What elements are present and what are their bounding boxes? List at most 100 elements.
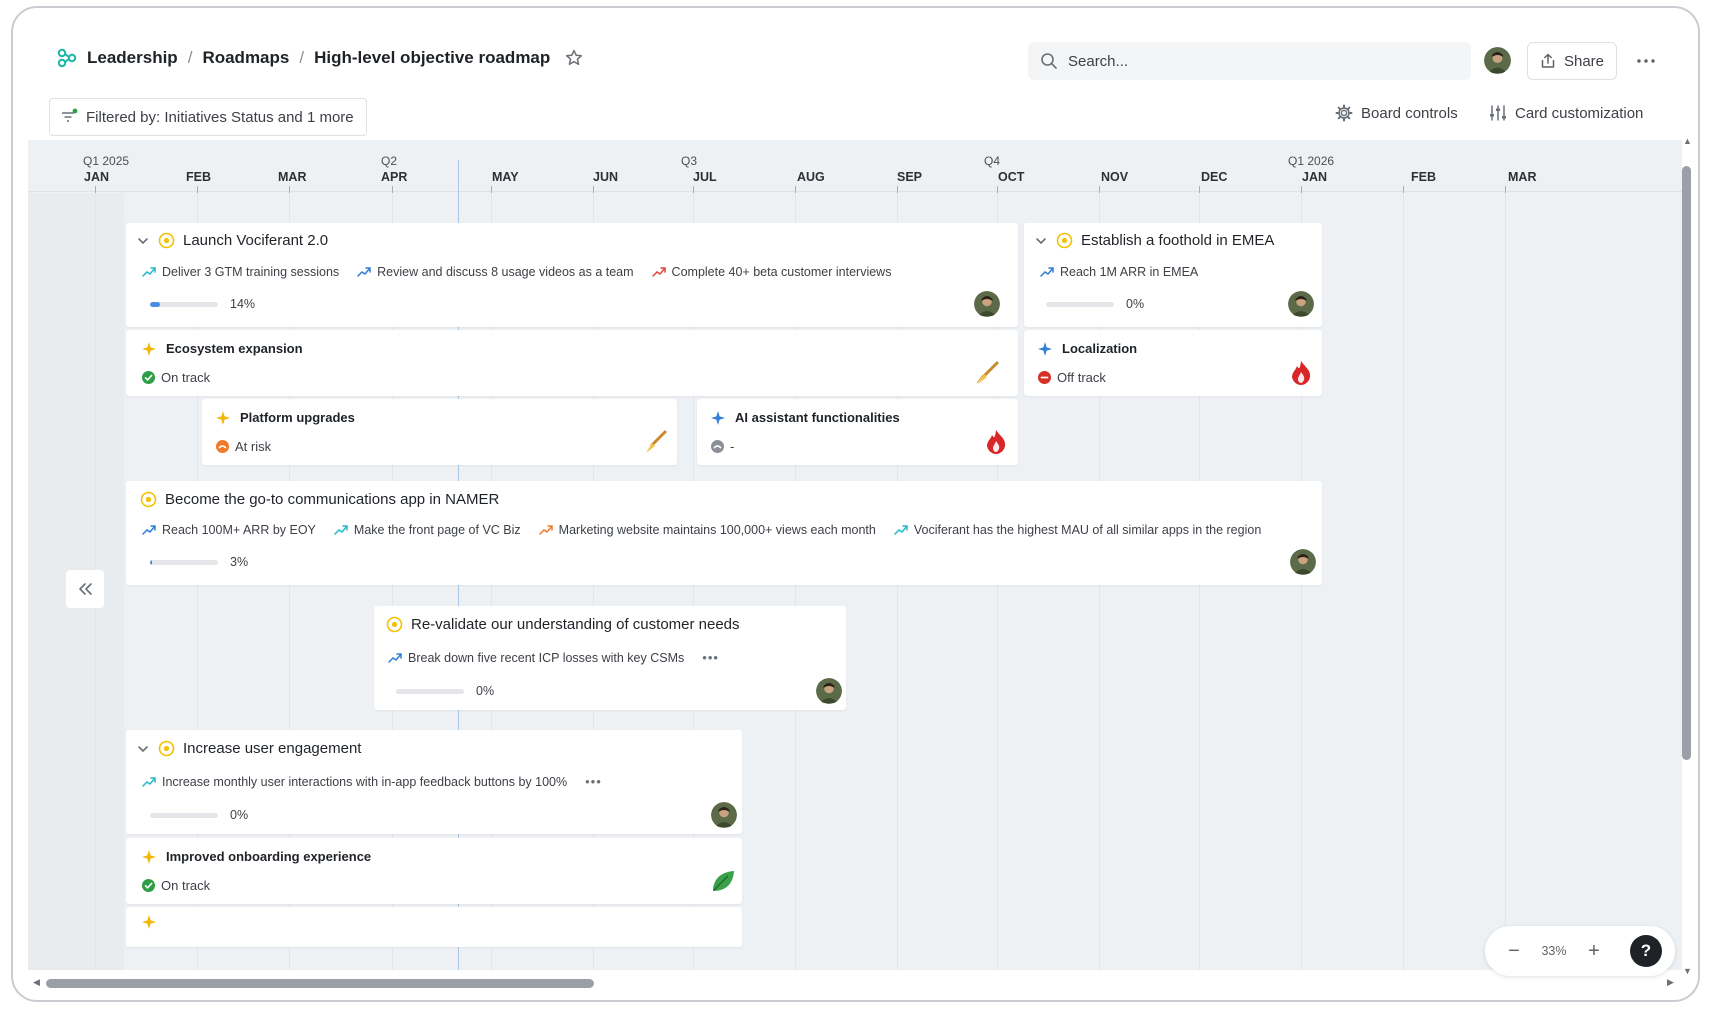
search-icon: [1041, 53, 1057, 69]
scroll-down-icon[interactable]: ▼: [1683, 966, 1692, 976]
progress-indicator: 0%: [150, 808, 248, 822]
key-result[interactable]: Break down five recent ICP losses with k…: [388, 650, 684, 665]
more-key-results-icon[interactable]: •••: [585, 774, 602, 789]
user-avatar[interactable]: [1484, 47, 1511, 74]
flame-icon: [1292, 361, 1311, 385]
quarter-label: Q4: [984, 154, 1001, 168]
card-customization-button[interactable]: Card customization: [1489, 104, 1643, 122]
objective-card[interactable]: Re-validate our understanding of custome…: [374, 606, 846, 710]
progress-bar: [150, 559, 218, 565]
progress-bar: [1046, 301, 1114, 307]
month-tick: [1301, 186, 1302, 193]
horizontal-scrollbar[interactable]: [46, 979, 594, 988]
vertical-scrollbar[interactable]: [1682, 166, 1691, 760]
key-result-text: Reach 100M+ ARR by EOY: [162, 523, 316, 537]
progress-value: 14%: [230, 297, 256, 311]
owner-avatar[interactable]: [816, 678, 842, 704]
key-result[interactable]: Reach 1M ARR in EMEA: [1040, 265, 1198, 279]
owner-avatar[interactable]: [1290, 549, 1316, 575]
key-result[interactable]: Make the front page of VC Biz: [334, 523, 521, 537]
scroll-left-icon[interactable]: ◀: [33, 977, 40, 988]
page-title: High-level objective roadmap: [314, 48, 551, 67]
key-result[interactable]: Marketing website maintains 100,000+ vie…: [538, 523, 876, 537]
search-input[interactable]: [1068, 52, 1448, 70]
initiative-card[interactable]: Localization Off track: [1024, 330, 1322, 396]
app-window: Leadership / Roadmaps / High-level objec…: [11, 6, 1700, 1002]
month-tick: [1505, 186, 1506, 193]
progress-value: 0%: [230, 808, 249, 822]
month-tick: [795, 186, 796, 193]
filter-chip[interactable]: Filtered by: Initiatives Status and 1 mo…: [49, 98, 367, 136]
key-result-text: Review and discuss 8 usage videos as a t…: [377, 265, 634, 279]
key-result[interactable]: Vociferant has the highest MAU of all si…: [894, 523, 1261, 537]
status-label: -: [730, 439, 735, 454]
trend-up-icon: [142, 525, 156, 535]
status-off-track-icon: [1038, 371, 1051, 384]
trend-up-icon: [142, 776, 156, 787]
key-result[interactable]: Complete 40+ beta customer interviews: [651, 265, 891, 279]
month-tick: [95, 186, 96, 193]
initiative-card[interactable]: [126, 907, 742, 947]
sparkle-icon: [711, 410, 725, 425]
star-icon[interactable]: [564, 48, 584, 68]
progress-indicator: 14%: [150, 297, 255, 311]
flame-icon: [987, 430, 1006, 454]
initiative-status: On track: [142, 370, 210, 385]
initiative-status: On track: [142, 878, 210, 893]
share-label: Share: [1563, 52, 1605, 70]
share-button[interactable]: Share: [1527, 42, 1617, 80]
chevron-down-icon[interactable]: [136, 234, 150, 248]
initiative-card[interactable]: Platform upgrades At risk: [202, 399, 677, 465]
trend-up-icon: [1040, 267, 1054, 277]
status-label: On track: [161, 370, 211, 385]
month-label: SEP: [897, 170, 923, 184]
objective-card[interactable]: Launch Vociferant 2.0 Deliver 3 GTM trai…: [126, 223, 1018, 327]
trend-up-icon: [388, 652, 402, 663]
month-label: JAN: [1302, 170, 1328, 184]
key-result-text: Deliver 3 GTM training sessions: [162, 265, 340, 279]
key-result[interactable]: Increase monthly user interactions with …: [142, 774, 567, 789]
chevron-down-icon[interactable]: [1034, 234, 1048, 248]
goal-icon: [140, 491, 157, 508]
month-label: FEB: [186, 170, 211, 184]
chevron-down-icon[interactable]: [136, 742, 150, 756]
initiative-card[interactable]: AI assistant functionalities -: [697, 399, 1018, 465]
key-result[interactable]: Reach 100M+ ARR by EOY: [142, 523, 316, 537]
help-button[interactable]: ?: [1630, 935, 1662, 967]
objective-card[interactable]: Become the go-to communications app in N…: [126, 481, 1322, 585]
progress-value: 0%: [476, 684, 495, 698]
zoom-level: 33%: [1541, 944, 1567, 958]
roadmap-timeline: Q1 2025 Q2 Q3 Q4 Q1 2026 JAN FEB MAR APR…: [28, 140, 1682, 970]
key-result-text: Vociferant has the highest MAU of all si…: [913, 523, 1262, 537]
scroll-right-icon[interactable]: ▶: [1667, 977, 1674, 988]
breadcrumb-roadmaps[interactable]: Roadmaps: [202, 48, 289, 68]
owner-avatar[interactable]: [711, 802, 737, 828]
objective-card[interactable]: Establish a foothold in EMEA Reach 1M AR…: [1024, 223, 1322, 327]
sliders-icon: [1490, 105, 1506, 121]
month-gridline: [1505, 193, 1506, 970]
key-result[interactable]: Review and discuss 8 usage videos as a t…: [357, 265, 634, 279]
zoom-out-button[interactable]: −: [1499, 940, 1529, 963]
status-label: At risk: [235, 439, 272, 454]
zoom-in-button[interactable]: +: [1579, 940, 1609, 963]
collapse-panel-button[interactable]: [66, 570, 104, 608]
initiative-card[interactable]: Ecosystem expansion On track: [126, 330, 1018, 396]
owner-avatar[interactable]: [1288, 291, 1314, 317]
month-label: FEB: [1411, 170, 1436, 184]
breadcrumb-leadership[interactable]: Leadership: [87, 48, 178, 68]
status-label: On track: [161, 878, 211, 893]
app-logo-icon: [57, 48, 77, 68]
key-result[interactable]: Deliver 3 GTM training sessions: [142, 265, 339, 279]
board-controls-button[interactable]: Board controls: [1335, 104, 1458, 122]
initiative-card[interactable]: Improved onboarding experience On track: [126, 838, 742, 904]
scroll-up-icon[interactable]: ▲: [1683, 136, 1692, 146]
owner-avatar[interactable]: [974, 291, 1000, 317]
sparkle-icon: [142, 915, 156, 929]
key-result-text: Marketing website maintains 100,000+ vie…: [558, 523, 876, 537]
more-key-results-icon[interactable]: •••: [702, 650, 719, 665]
breadcrumb-separator: /: [299, 48, 305, 67]
initiative-title: AI assistant functionalities: [735, 410, 900, 425]
search-box[interactable]: [1028, 42, 1471, 80]
objective-card[interactable]: Increase user engagement Increase monthl…: [126, 730, 742, 834]
more-options-button[interactable]: [1631, 48, 1661, 74]
